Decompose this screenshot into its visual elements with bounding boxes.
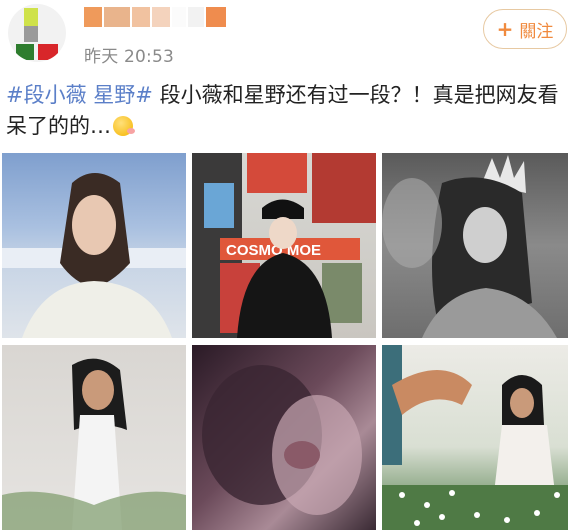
plus-icon: + bbox=[496, 17, 514, 41]
photo-5[interactable] bbox=[192, 345, 376, 530]
post-body: 段小薇和星野还有过一段？！真是把网友看呆了的的… bbox=[6, 83, 559, 138]
photo-3[interactable] bbox=[382, 153, 568, 338]
photo-3-art bbox=[382, 155, 557, 338]
photo-2[interactable]: COSMO MOE bbox=[192, 153, 376, 338]
avatar-block-gray bbox=[24, 26, 38, 42]
post-timestamp: 昨天 20:53 bbox=[84, 47, 174, 67]
photo-6[interactable] bbox=[382, 345, 568, 530]
hashtag-link[interactable]: 星野# bbox=[93, 83, 153, 107]
photo-6-art bbox=[382, 345, 568, 530]
username-blurred[interactable] bbox=[84, 7, 226, 27]
avatar-block-darkgreen bbox=[16, 44, 34, 60]
hashtag-link[interactable]: #段小薇 bbox=[6, 83, 87, 107]
photo-2-art: COSMO MOE bbox=[192, 153, 376, 338]
photo-5-art bbox=[202, 365, 362, 515]
smiling-emoji-icon bbox=[113, 116, 135, 136]
post-text: #段小薇 星野# 段小薇和星野还有过一段？！真是把网友看呆了的的… bbox=[6, 80, 572, 142]
follow-button-label: 關注 bbox=[519, 21, 554, 42]
photo-4-art bbox=[2, 358, 186, 530]
photo-1-art bbox=[2, 173, 186, 338]
photo-1[interactable] bbox=[2, 153, 186, 338]
avatar-block-red bbox=[38, 44, 58, 60]
avatar[interactable] bbox=[8, 4, 66, 62]
follow-button[interactable]: + 關注 bbox=[483, 9, 567, 49]
avatar-block-green bbox=[24, 8, 38, 26]
photo-4[interactable] bbox=[2, 345, 186, 530]
